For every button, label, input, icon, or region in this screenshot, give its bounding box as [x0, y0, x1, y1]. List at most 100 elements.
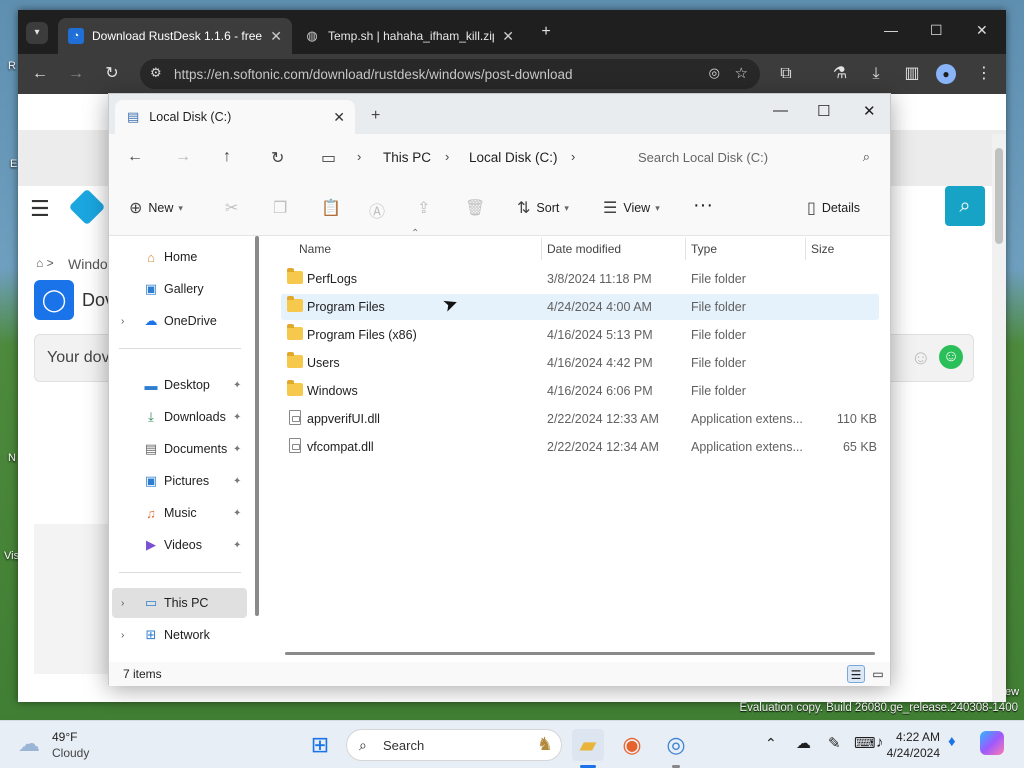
- more-options-button[interactable]: ···: [693, 194, 713, 217]
- nav-item-network[interactable]: › ⊞ Network: [109, 620, 247, 650]
- monitor-icon[interactable]: ▭: [321, 148, 336, 168]
- column-divider[interactable]: [805, 238, 806, 260]
- chevron-right-icon[interactable]: ›: [571, 149, 575, 164]
- nav-item-desktop[interactable]: ▬ Desktop ✦: [109, 370, 247, 400]
- forward-icon[interactable]: →: [175, 148, 191, 166]
- page-search-button[interactable]: ⌕: [945, 186, 985, 226]
- minimize-icon[interactable]: —: [773, 102, 788, 119]
- page-breadcrumb[interactable]: Windo: [68, 256, 108, 272]
- weather-desc[interactable]: Cloudy: [52, 746, 89, 760]
- happy-face-icon[interactable]: ☺: [939, 345, 963, 369]
- download-icon[interactable]: ⤓: [866, 64, 886, 84]
- column-header-type[interactable]: Type: [691, 242, 717, 256]
- delete-button[interactable]: 🗑: [465, 198, 491, 218]
- tiles-view-icon[interactable]: ▭: [869, 665, 887, 683]
- close-window-icon[interactable]: ✕: [976, 22, 988, 39]
- page-scrollbar-thumb[interactable]: [995, 148, 1003, 244]
- table-row[interactable]: Users 4/16/2024 4:42 PM File folder: [281, 350, 879, 376]
- pin-icon[interactable]: ✦: [233, 380, 241, 391]
- browser-tab-temp-sh[interactable]: ◍ Temp.sh | hahaha_ifham_kill.zip ✕: [294, 18, 524, 54]
- share-button[interactable]: ⇪: [417, 198, 436, 218]
- up-icon[interactable]: ↑: [223, 148, 231, 166]
- minimize-icon[interactable]: —: [884, 22, 898, 38]
- explorer-tab[interactable]: ▤ Local Disk (C:) ✕: [115, 100, 355, 134]
- table-row[interactable]: PerfLogs 3/8/2024 11:18 PM File folder: [281, 266, 879, 292]
- windows-start-icon[interactable]: ⊞: [304, 729, 336, 761]
- pin-icon[interactable]: ✦: [233, 476, 241, 487]
- column-header-size[interactable]: Size: [811, 242, 834, 256]
- column-divider[interactable]: [541, 238, 542, 260]
- taskbar-search-input[interactable]: ⌕ Search ♞: [346, 729, 562, 761]
- copy-button[interactable]: ❐: [273, 198, 293, 218]
- paste-button[interactable]: 📋: [321, 198, 347, 218]
- nav-pane-scrollbar[interactable]: [255, 236, 259, 616]
- rename-button[interactable]: Ⓐ: [369, 198, 391, 222]
- browser-tab-rustdesk[interactable]: ◔ Download RustDesk 1.1.6 - free ✕: [58, 18, 292, 54]
- chevron-right-icon[interactable]: ›: [445, 149, 449, 164]
- eye-off-icon[interactable]: ◎: [709, 65, 720, 81]
- cloudy-weather-icon[interactable]: ☁: [18, 731, 40, 757]
- neutral-face-icon[interactable]: ☺: [911, 347, 931, 370]
- tab-search-icon[interactable]: ▾: [26, 22, 48, 44]
- notification-bell-icon[interactable]: ♦: [948, 733, 956, 750]
- table-row[interactable]: vfcompat.dll 2/22/2024 12:34 AM Applicat…: [281, 434, 879, 460]
- menu-icon[interactable]: ⋮: [974, 64, 994, 84]
- details-view-icon[interactable]: ☰: [847, 665, 865, 683]
- forward-icon[interactable]: →: [66, 64, 86, 84]
- side-panel-icon[interactable]: ▥: [902, 64, 922, 84]
- new-button[interactable]: ⊕ New ▾: [129, 198, 183, 218]
- new-tab-icon[interactable]: +: [536, 22, 556, 42]
- nav-item-music[interactable]: ♫ Music ✦: [109, 498, 247, 528]
- address-bar[interactable]: ⚙ https://en.softonic.com/download/rustd…: [140, 59, 760, 89]
- nav-item-documents[interactable]: ▤ Documents ✦: [109, 434, 247, 464]
- home-crumb-icon[interactable]: ⌂ >: [36, 256, 54, 270]
- extensions-icon[interactable]: ⧉: [776, 64, 796, 84]
- clock-time[interactable]: 4:22 AM: [884, 730, 940, 744]
- reload-icon[interactable]: ↻: [102, 64, 122, 84]
- breadcrumb-this-pc[interactable]: This PC: [383, 134, 431, 180]
- page-scrollbar[interactable]: [992, 134, 1006, 702]
- nav-item-gallery[interactable]: ▣ Gallery: [109, 274, 247, 304]
- chrome-icon[interactable]: ◎: [660, 729, 692, 761]
- close-tab-icon[interactable]: ✕: [502, 28, 514, 45]
- back-icon[interactable]: ←: [30, 64, 50, 84]
- sort-button[interactable]: ⇅ Sort ▾: [517, 198, 569, 218]
- bookmark-star-icon[interactable]: ☆: [735, 64, 748, 82]
- file-list-hscrollbar[interactable]: [285, 652, 875, 655]
- copilot-icon[interactable]: [980, 731, 1004, 755]
- pin-icon[interactable]: ✦: [233, 444, 241, 455]
- firefox-icon[interactable]: ◉: [616, 729, 648, 761]
- breadcrumb-local-disk[interactable]: Local Disk (C:): [469, 134, 558, 180]
- labs-icon[interactable]: ⚗: [830, 64, 850, 84]
- close-window-icon[interactable]: ✕: [863, 102, 876, 120]
- chevron-right-icon[interactable]: ›: [121, 630, 124, 641]
- table-row[interactable]: appverifUI.dll 2/22/2024 12:33 AM Applic…: [281, 406, 879, 432]
- table-row[interactable]: Program Files 4/24/2024 4:00 AM File fol…: [281, 294, 879, 320]
- nav-item-this-pc[interactable]: › ▭ This PC: [112, 588, 247, 618]
- cut-button[interactable]: ✂: [225, 198, 244, 218]
- pin-icon[interactable]: ✦: [233, 412, 241, 423]
- file-explorer-taskbar-icon[interactable]: ▰: [572, 729, 604, 761]
- chevron-right-icon[interactable]: ›: [121, 598, 124, 609]
- pen-icon[interactable]: ✎: [828, 734, 841, 752]
- chevron-up-icon[interactable]: ⌃: [765, 735, 777, 752]
- maximize-icon[interactable]: ☐: [930, 22, 943, 39]
- column-header-date[interactable]: Date modified: [547, 242, 621, 256]
- profile-icon[interactable]: ●: [936, 64, 956, 84]
- column-header-name[interactable]: Name: [299, 242, 331, 256]
- refresh-icon[interactable]: ↻: [271, 148, 284, 168]
- clock-date[interactable]: 4/24/2024: [876, 746, 940, 760]
- nav-item-videos[interactable]: ▶ Videos ✦: [109, 530, 247, 560]
- weather-temp[interactable]: 49°F: [52, 730, 77, 744]
- nav-item-onedrive[interactable]: › ☁ OneDrive: [109, 306, 247, 336]
- details-button[interactable]: ▯ Details: [807, 198, 860, 218]
- cloud-off-icon[interactable]: ☁: [796, 734, 811, 752]
- pin-icon[interactable]: ✦: [233, 508, 241, 519]
- pin-icon[interactable]: ✦: [233, 540, 241, 551]
- view-button[interactable]: ☰ View ▾: [603, 198, 660, 218]
- hamburger-icon[interactable]: ☰: [30, 196, 50, 222]
- nav-item-pictures[interactable]: ▣ Pictures ✦: [109, 466, 247, 496]
- column-divider[interactable]: [685, 238, 686, 260]
- chevron-right-icon[interactable]: ›: [121, 316, 124, 327]
- chevron-right-icon[interactable]: ›: [357, 149, 361, 164]
